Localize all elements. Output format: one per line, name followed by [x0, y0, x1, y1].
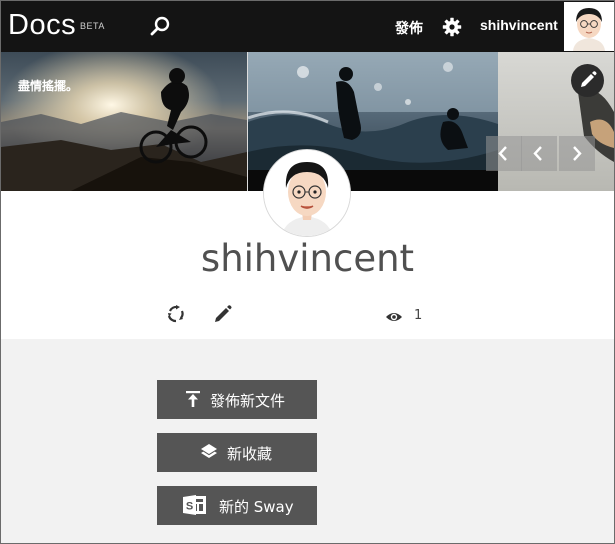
docs-logo[interactable]: Docs [8, 8, 76, 42]
profile-avatar [263, 149, 351, 237]
pencil-icon[interactable] [213, 304, 233, 324]
sync-icon[interactable] [166, 304, 186, 324]
publish-new-document-button[interactable]: 發佈新文件 [157, 380, 317, 419]
publish-button[interactable]: 發佈 [395, 18, 423, 38]
sway-icon: S [183, 493, 207, 517]
search-icon[interactable] [149, 16, 171, 38]
view-count: 1 [414, 308, 423, 323]
avatar[interactable] [564, 2, 614, 51]
chevron-left-icon [533, 146, 542, 161]
chevron-right-icon [573, 146, 582, 161]
gear-icon[interactable] [442, 17, 462, 37]
carousel-prev-button[interactable] [521, 136, 557, 171]
top-nav-bar: Docs BETA 發佈 shihvincent [1, 1, 614, 52]
chevron-left-icon [498, 146, 507, 161]
carousel-next-button[interactable] [559, 136, 595, 171]
svg-text:S: S [186, 501, 193, 513]
upload-icon [183, 389, 203, 409]
new-sway-button[interactable]: S 新的 Sway [157, 486, 317, 525]
beta-badge: BETA [80, 21, 105, 31]
pencil-icon [581, 71, 597, 87]
edit-cover-button[interactable] [571, 64, 604, 97]
layers-icon [199, 442, 219, 462]
new-collection-button[interactable]: 新收藏 [157, 433, 317, 472]
carousel-first-button[interactable] [486, 136, 522, 171]
user-name-link[interactable]: shihvincent [480, 17, 558, 33]
new-collection-label: 新收藏 [227, 445, 273, 463]
eye-icon [385, 309, 403, 323]
cover-caption: 盡情搖擺。 [18, 79, 79, 93]
publish-new-document-label: 發佈新文件 [210, 392, 286, 410]
new-sway-label: 新的 Sway [219, 498, 294, 516]
profile-name: shihvincent [200, 237, 415, 280]
app-window: Docs BETA 發佈 shihvincent 盡情搖擺。 shihvince… [0, 0, 615, 544]
cover-photo-mountain-biker: 盡情搖擺。 [1, 52, 247, 191]
